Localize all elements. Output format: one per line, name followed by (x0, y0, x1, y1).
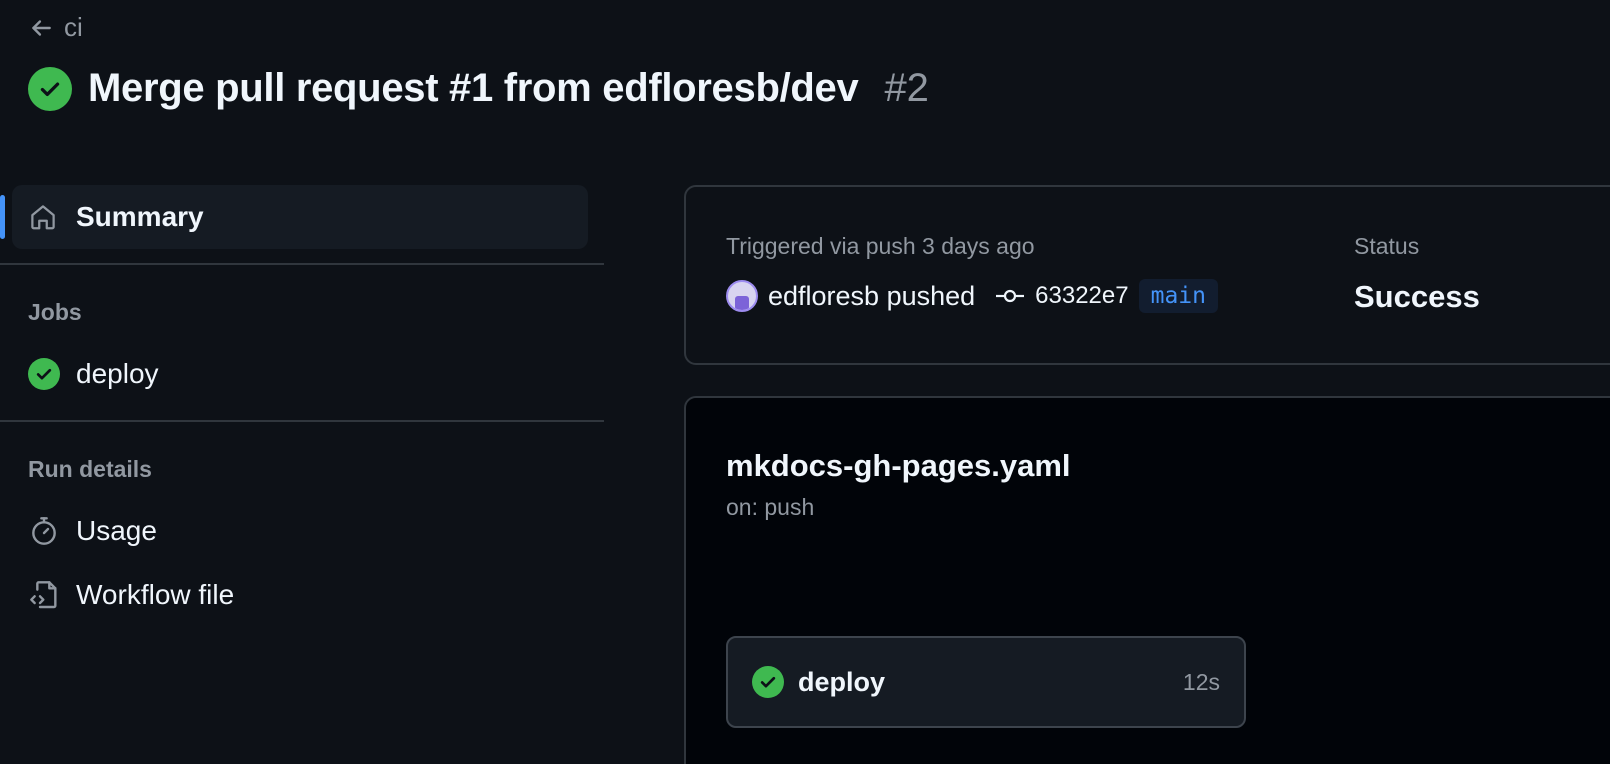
jobs-heading: Jobs (28, 299, 82, 325)
run-number: #2 (884, 66, 929, 110)
sidebar-divider (0, 263, 604, 265)
avatar[interactable] (726, 280, 758, 312)
sidebar-divider (0, 420, 604, 422)
sidebar-item-deploy[interactable]: deploy (0, 352, 604, 396)
arrow-left-icon (32, 19, 51, 36)
sidebar-item-label: deploy (76, 358, 159, 389)
workflow-file-name: mkdocs-gh-pages.yaml (726, 448, 1071, 483)
sidebar: Summary Jobs deploy Run details Usage Wo… (0, 185, 604, 617)
trigger-label: Triggered via push 3 days ago (726, 233, 1035, 259)
job-duration: 12s (1182, 668, 1220, 695)
back-link[interactable]: ci (28, 12, 83, 43)
sidebar-item-label: Usage (76, 515, 157, 546)
sidebar-item-summary[interactable]: Summary (0, 185, 588, 249)
sidebar-item-usage[interactable]: Usage (0, 509, 604, 553)
job-card-deploy[interactable]: deploy 12s (726, 636, 1246, 728)
job-name: deploy (798, 666, 886, 697)
status-value: Success (1354, 279, 1480, 314)
trigger-card: Triggered via push 3 days ago edfloresb … (684, 185, 1610, 365)
git-commit-icon (996, 289, 1025, 303)
stopwatch-icon (32, 517, 56, 545)
workflow-run-page: ci Merge pull request #1 from edfloresb/… (0, 0, 1610, 764)
page-title-row: Merge pull request #1 from edfloresb/dev… (28, 66, 929, 111)
check-circle-icon (752, 666, 784, 698)
file-code-icon (30, 581, 57, 609)
page-title: Merge pull request #1 from edfloresb/dev (88, 66, 859, 110)
workflow-graph-card: mkdocs-gh-pages.yaml on: push deploy 12s (684, 396, 1610, 764)
sidebar-item-workflow-file[interactable]: Workflow file (0, 573, 604, 617)
sidebar-item-label: Summary (76, 201, 204, 232)
workflow-trigger: on: push (726, 494, 815, 520)
status-label: Status (1354, 233, 1420, 259)
check-circle-icon (28, 66, 72, 111)
pusher-text[interactable]: edfloresb pushed (768, 281, 975, 312)
run-details-heading: Run details (28, 456, 152, 482)
sidebar-item-label: Workflow file (76, 579, 235, 610)
check-circle-icon (28, 358, 60, 390)
home-icon (31, 205, 55, 230)
commit-sha-link[interactable]: 63322e7 (1035, 282, 1128, 310)
branch-label[interactable]: main (1138, 279, 1218, 313)
trigger-details: edfloresb pushed 63322e7 main (726, 279, 1218, 313)
back-link-label: ci (64, 12, 83, 42)
